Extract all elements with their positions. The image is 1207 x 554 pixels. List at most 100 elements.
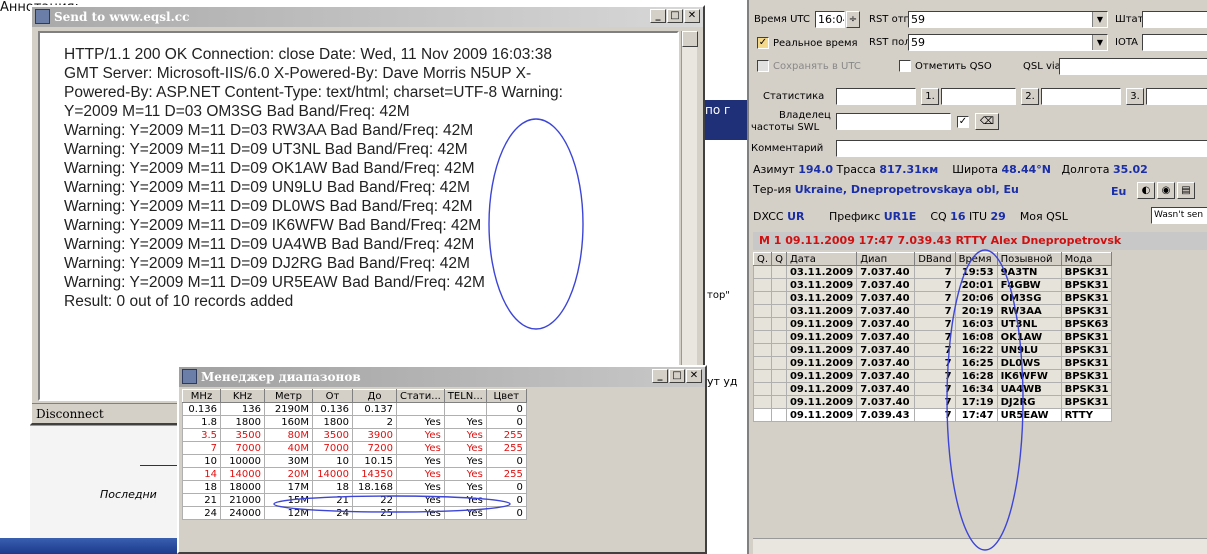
band-cell[interactable]: 10.15 — [352, 454, 397, 468]
qso-cell[interactable]: BPSK31 — [1060, 395, 1113, 409]
stats-input-4[interactable] — [1146, 88, 1207, 105]
band-cell[interactable]: 7200 — [352, 441, 397, 455]
qso-column-header[interactable]: Диап — [856, 252, 916, 266]
qso-cell[interactable]: 16:28 — [954, 369, 998, 383]
qso-cell[interactable]: 7.037.40 — [856, 330, 916, 344]
qso-cell[interactable]: 16:34 — [954, 382, 998, 396]
qso-cell[interactable]: 09.11.2009 — [785, 369, 858, 383]
band-cell[interactable]: 7 — [182, 441, 221, 455]
qso-cell[interactable] — [771, 343, 787, 357]
band-cell[interactable]: 21 — [182, 493, 221, 507]
band-row[interactable]: 0.136 136 2190M 0.136 0.137 0 — [182, 402, 527, 416]
qso-cell[interactable]: 7 — [914, 330, 956, 344]
band-cell[interactable]: 14000 — [220, 467, 265, 481]
rst-sent-select[interactable]: 59 ▼ — [908, 11, 1108, 28]
qso-cell[interactable] — [771, 369, 787, 383]
band-row[interactable]: 10 10000 30M 10 10.15 Yes Yes 0 — [182, 454, 527, 468]
band-cell[interactable]: 255 — [485, 428, 527, 442]
qso-column-header[interactable]: Q — [771, 252, 787, 266]
qso-cell[interactable]: IK6WFW — [996, 369, 1062, 383]
band-column-header[interactable]: TELN... — [443, 389, 487, 403]
band-cell[interactable]: 0.136 — [182, 402, 221, 416]
band-cell[interactable]: 18000 — [220, 480, 265, 494]
band-cell[interactable]: Yes — [443, 480, 487, 494]
band-cell[interactable]: 0 — [485, 402, 527, 416]
qso-cell[interactable] — [752, 356, 773, 370]
band-cell[interactable]: Yes — [396, 506, 445, 520]
band-cell[interactable]: 22 — [352, 493, 397, 507]
qso-row[interactable]: 09.11.2009 7.037.40 7 16:28 IK6WFW BPSK31 — [752, 369, 1113, 383]
qso-row[interactable]: 09.11.2009 7.037.40 7 16:25 DL0WS BPSK31 — [752, 356, 1113, 370]
qso-column-header[interactable]: Q. — [752, 252, 773, 266]
qso-cell[interactable] — [771, 278, 787, 292]
qso-cell[interactable]: RW3AA — [996, 304, 1062, 318]
band-cell[interactable]: 24 — [312, 506, 353, 520]
band-cell[interactable]: 18 — [182, 480, 221, 494]
band-cell[interactable]: Yes — [396, 480, 445, 494]
band-cell[interactable]: 0.136 — [312, 402, 353, 416]
band-cell[interactable]: 0 — [485, 454, 527, 468]
band-column-header[interactable]: От — [312, 389, 353, 403]
band-row[interactable]: 3.5 3500 80M 3500 3900 Yes Yes 255 — [182, 428, 527, 442]
owner-checkbox[interactable]: ✓ — [957, 116, 969, 128]
qso-cell[interactable]: 7 — [914, 317, 956, 331]
qso-cell[interactable]: 03.11.2009 — [785, 291, 858, 305]
qso-cell[interactable]: 7.039.43 — [856, 408, 916, 422]
band-cell[interactable]: 0.137 — [352, 402, 397, 416]
owner-input[interactable] — [836, 113, 951, 130]
qso-cell[interactable]: OK1AW — [996, 330, 1062, 344]
band-table[interactable]: MHz KHz Метр От До Стати... TELN... Цвет 0.136 1… — [182, 389, 527, 520]
band-cell[interactable]: 2190M — [264, 402, 313, 416]
band-cell[interactable]: 21 — [312, 493, 353, 507]
qso-cell[interactable]: 7.037.40 — [856, 304, 916, 318]
eraser-icon[interactable]: ⌫ — [975, 113, 999, 130]
qso-cell[interactable]: 7.037.40 — [856, 265, 916, 279]
qso-cell[interactable]: 7 — [914, 291, 956, 305]
band-cell[interactable] — [396, 402, 445, 416]
qso-cell[interactable] — [752, 265, 773, 279]
horizontal-scrollbar[interactable] — [753, 538, 1207, 554]
qso-cell[interactable]: DJ2RG — [996, 395, 1062, 409]
qso-cell[interactable] — [771, 265, 787, 279]
band-cell[interactable]: 2 — [352, 415, 397, 429]
band-row[interactable]: 24 24000 12M 24 25 Yes Yes 0 — [182, 506, 527, 520]
band-column-header[interactable]: KHz — [220, 389, 265, 403]
qso-cell[interactable]: 16:25 — [954, 356, 998, 370]
band-cell[interactable]: 1800 — [220, 415, 265, 429]
qso-cell[interactable]: BPSK63 — [1060, 317, 1113, 331]
minimize-button[interactable]: _ — [652, 369, 668, 383]
band-cell[interactable]: 20M — [264, 467, 313, 481]
qso-cell[interactable]: F4GBW — [996, 278, 1062, 292]
stats-button-1[interactable]: 1. — [921, 88, 939, 105]
qso-row[interactable]: 03.11.2009 7.037.40 7 19:53 9A3TN BPSK31 — [752, 265, 1113, 279]
qso-cell[interactable] — [771, 317, 787, 331]
band-cell[interactable]: Yes — [443, 506, 487, 520]
qso-cell[interactable]: 16:08 — [954, 330, 998, 344]
qso-cell[interactable]: RTTY — [1060, 408, 1113, 422]
band-cell[interactable]: 3.5 — [182, 428, 221, 442]
qso-cell[interactable]: BPSK31 — [1060, 304, 1113, 318]
band-cell[interactable]: 17M — [264, 480, 313, 494]
band-row[interactable]: 7 7000 40M 7000 7200 Yes Yes 255 — [182, 441, 527, 455]
minimize-button[interactable]: _ — [650, 9, 666, 23]
qso-cell[interactable]: 7 — [914, 304, 956, 318]
myqsl-select[interactable]: Wasn't sen — [1151, 207, 1207, 224]
chevron-down-icon[interactable]: ▼ — [1092, 35, 1107, 50]
band-cell[interactable]: 10 — [182, 454, 221, 468]
band-cell[interactable]: 0 — [485, 506, 527, 520]
qso-cell[interactable]: 20:01 — [954, 278, 998, 292]
qso-cell[interactable]: 17:47 — [954, 408, 998, 422]
band-cell[interactable]: Yes — [396, 493, 445, 507]
qso-cell[interactable]: BPSK31 — [1060, 343, 1113, 357]
qso-cell[interactable]: 7 — [914, 343, 956, 357]
band-cell[interactable]: 14000 — [312, 467, 353, 481]
band-manager-titlebar[interactable]: Менеджер диапазонов _ □ ✕ — [179, 367, 705, 387]
qso-row[interactable]: 09.11.2009 7.037.40 7 16:22 UN9LU BPSK31 — [752, 343, 1113, 357]
vertical-scrollbar[interactable] — [681, 31, 698, 401]
iota-input[interactable] — [1142, 34, 1207, 51]
qso-column-header[interactable]: Дата — [785, 252, 858, 266]
stats-input-2[interactable] — [941, 88, 1016, 105]
qso-cell[interactable]: 7 — [914, 278, 956, 292]
qso-cell[interactable] — [752, 291, 773, 305]
qso-cell[interactable]: 7 — [914, 265, 956, 279]
